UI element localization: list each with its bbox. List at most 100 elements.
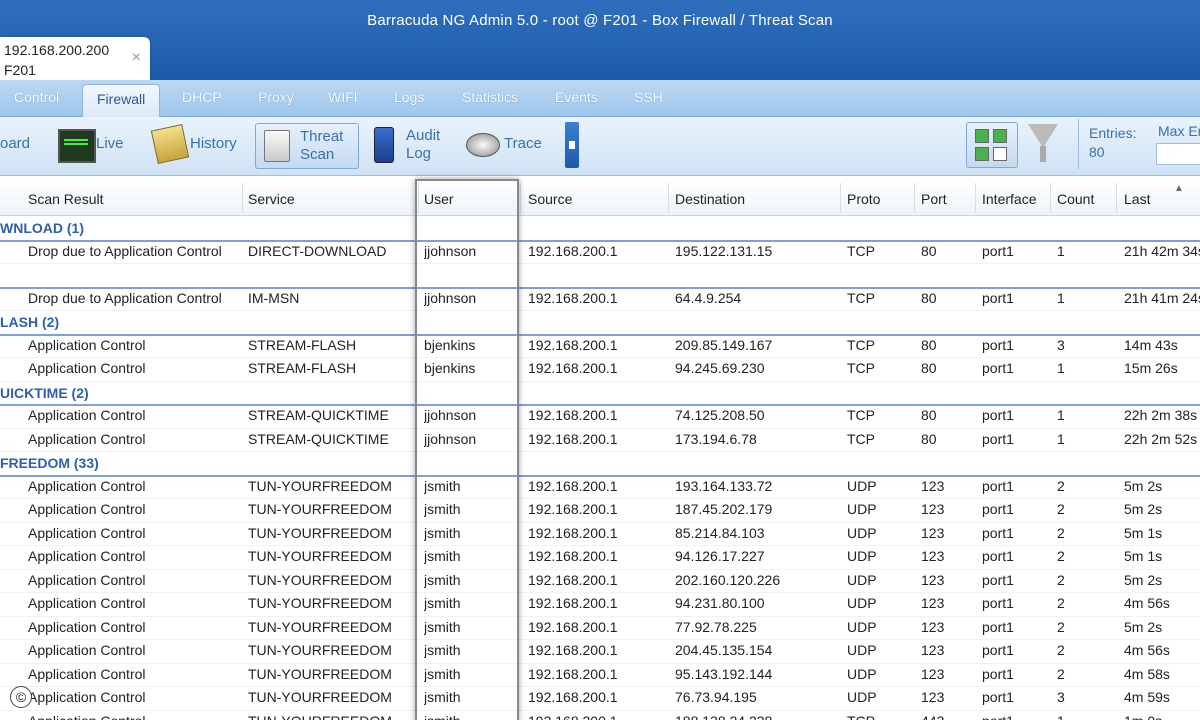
table-row[interactable]: Application Control TUN-YOURFREEDOM jsmith… xyxy=(0,710,1200,720)
entries-value: 80 xyxy=(1089,144,1105,160)
table-row[interactable]: Application Control TUN-YOURFREEDOM jsmith… xyxy=(0,639,1200,664)
audit-log-button[interactable]: Audit Log xyxy=(374,123,446,167)
cell-scan-result: Application Control xyxy=(28,689,146,705)
connection-tab[interactable]: 192.168.200.200 F201 × xyxy=(0,37,150,80)
table-row[interactable]: Application Control TUN-YOURFREEDOM jsmith… xyxy=(0,475,1200,499)
toolbar-dropdown-button[interactable] xyxy=(565,122,579,168)
cell-proto: UDP xyxy=(847,524,877,541)
cell-source: 192.168.200.1 xyxy=(528,242,618,259)
table-row[interactable]: Application Control STREAM-FLASH bjenkins 1… xyxy=(0,357,1200,382)
col-user[interactable]: User xyxy=(424,191,454,207)
col-service[interactable]: Service xyxy=(248,191,295,207)
group-row[interactable] xyxy=(0,263,1200,289)
cell-interface: port1 xyxy=(982,689,1014,705)
cell-user: jjohnson xyxy=(424,289,477,306)
group-row[interactable]: LASH (2) xyxy=(0,310,1200,336)
col-last[interactable]: Last xyxy=(1124,191,1150,207)
threat-scan-table: Scan Result Service User Source Destinat… xyxy=(0,181,1200,720)
table-row[interactable]: Application Control TUN-YOURFREEDOM jsmith… xyxy=(0,522,1200,546)
col-port[interactable]: Port xyxy=(921,191,947,207)
cell-source: 192.168.200.1 xyxy=(528,501,618,517)
group-title: UICKTIME (2) xyxy=(0,384,89,401)
table-row[interactable]: Application Control TUN-YOURFREEDOM jsmith… xyxy=(0,592,1200,617)
tab-events[interactable]: Events xyxy=(555,89,598,105)
group-row[interactable]: UICKTIME (2) xyxy=(0,381,1200,406)
cell-source: 192.168.200.1 xyxy=(528,548,618,564)
table-row[interactable]: Application Control STREAM-FLASH bjenkins 1… xyxy=(0,334,1200,358)
threat-scan-button[interactable]: Threat Scan xyxy=(255,123,359,169)
cell-user: jsmith xyxy=(424,524,461,541)
cell-last: 1m 0s xyxy=(1124,713,1200,720)
cell-interface: port1 xyxy=(982,336,1014,353)
table-row[interactable]: Application Control STREAM-QUICKTIME jjohn… xyxy=(0,404,1200,429)
table-row[interactable]: Application Control STREAM-QUICKTIME jjohn… xyxy=(0,428,1200,452)
cell-scan-result: Drop due to Application Control xyxy=(28,242,222,259)
close-icon[interactable]: × xyxy=(132,49,141,67)
col-source[interactable]: Source xyxy=(528,191,572,207)
cell-count: 1 xyxy=(1057,289,1065,306)
cell-user: jsmith xyxy=(424,477,461,494)
cell-proto: UDP xyxy=(847,642,877,658)
history-label: History xyxy=(190,135,237,152)
tab-wifi[interactable]: WIFI xyxy=(328,89,358,105)
group-row[interactable]: WNLOAD (1) xyxy=(0,216,1200,242)
history-button[interactable]: History xyxy=(150,123,244,167)
sort-ascending-icon: ▲ xyxy=(1174,183,1184,194)
group-title: LASH (2) xyxy=(0,314,60,330)
cell-last: 15m 26s xyxy=(1124,360,1178,376)
cell-scan-result: Application Control xyxy=(28,360,146,376)
table-row[interactable]: Application Control TUN-YOURFREEDOM jsmith… xyxy=(0,686,1200,711)
cell-user: jsmith xyxy=(424,548,461,564)
cell-service: TUN-YOURFREEDOM xyxy=(248,689,392,705)
cell-proto: TCP xyxy=(847,360,875,376)
live-button[interactable]: Live xyxy=(58,123,128,167)
tab-dhcp[interactable]: DHCP xyxy=(182,89,222,105)
table-row[interactable]: Drop due to Application Control IM-MSN jjo… xyxy=(0,287,1200,311)
tab-control[interactable]: Control xyxy=(14,89,59,105)
cell-count: 1 xyxy=(1057,430,1065,447)
table-row[interactable]: Application Control TUN-YOURFREEDOM jsmith… xyxy=(0,545,1200,570)
tab-proxy[interactable]: Proxy xyxy=(258,89,294,105)
trace-button[interactable]: Trace xyxy=(466,123,552,167)
table-row[interactable]: Application Control TUN-YOURFREEDOM jsmith… xyxy=(0,498,1200,523)
cell-port: 80 xyxy=(921,289,937,306)
cell-user: bjenkins xyxy=(424,336,476,353)
threat-scan-label-1: Threat xyxy=(300,128,344,145)
cell-scan-result: Application Control xyxy=(28,336,146,353)
col-destination[interactable]: Destination xyxy=(675,191,745,207)
tab-firewall[interactable]: Firewall xyxy=(82,84,161,117)
tab-ssh[interactable]: SSH xyxy=(634,89,663,105)
col-interface[interactable]: Interface xyxy=(982,191,1036,207)
cell-service: TUN-YOURFREEDOM xyxy=(248,642,392,658)
filter-icon[interactable] xyxy=(1028,124,1058,162)
table-row[interactable]: Drop due to Application Control DIRECT-DO… xyxy=(0,240,1200,264)
cell-user: jsmith xyxy=(424,595,461,611)
cell-count: 2 xyxy=(1057,642,1065,658)
cell-count: 3 xyxy=(1057,689,1065,705)
table-row[interactable]: Application Control TUN-YOURFREEDOM jsmith… xyxy=(0,616,1200,640)
cell-port: 123 xyxy=(921,548,945,564)
group-row[interactable]: FREEDOM (33) xyxy=(0,451,1200,477)
col-proto[interactable]: Proto xyxy=(847,191,880,207)
cell-source: 192.168.200.1 xyxy=(528,642,618,658)
cell-service: TUN-YOURFREEDOM xyxy=(248,524,392,541)
max-entries-input[interactable] xyxy=(1156,143,1200,165)
dashboard-button[interactable]: oard xyxy=(0,123,40,167)
table-row[interactable]: Application Control TUN-YOURFREEDOM jsmith… xyxy=(0,663,1200,687)
cell-source: 192.168.200.1 xyxy=(528,336,618,353)
col-scan-result[interactable]: Scan Result xyxy=(28,191,103,207)
cell-interface: port1 xyxy=(982,407,1014,423)
column-select-icon[interactable] xyxy=(966,122,1018,168)
cell-service: STREAM-FLASH xyxy=(248,360,357,376)
tab-statistics[interactable]: Statistics xyxy=(462,89,518,105)
cell-scan-result: Application Control xyxy=(28,430,146,447)
cell-scan-result: Application Control xyxy=(28,571,146,588)
col-count[interactable]: Count xyxy=(1057,191,1094,207)
table-row[interactable]: Application Control TUN-YOURFREEDOM jsmith… xyxy=(0,569,1200,593)
cell-destination: 193.164.133.72 xyxy=(675,477,773,494)
cell-source: 192.168.200.1 xyxy=(528,689,618,705)
cell-proto: TCP xyxy=(847,336,875,353)
tab-logs[interactable]: Logs xyxy=(394,89,424,105)
cell-user: jsmith xyxy=(424,618,461,635)
cell-user: jjohnson xyxy=(424,407,477,423)
